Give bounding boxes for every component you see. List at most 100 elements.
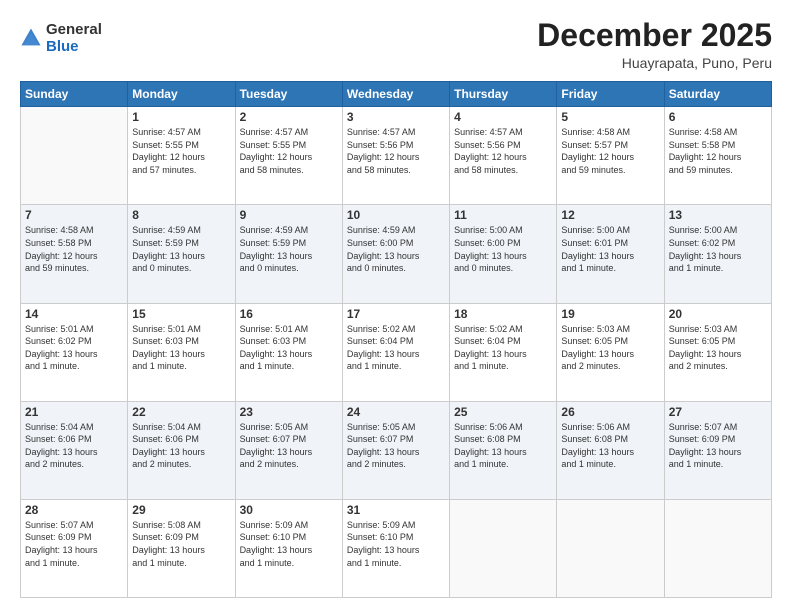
day-cell: 29Sunrise: 5:08 AM Sunset: 6:09 PM Dayli… bbox=[128, 499, 235, 597]
header-row: SundayMondayTuesdayWednesdayThursdayFrid… bbox=[21, 82, 772, 107]
day-info: Sunrise: 5:05 AM Sunset: 6:07 PM Dayligh… bbox=[347, 421, 445, 471]
day-number: 8 bbox=[132, 208, 230, 222]
day-number: 23 bbox=[240, 405, 338, 419]
day-cell: 12 Sunrise: 5:00 AM Sunset: 6:01 PM Dayli… bbox=[557, 205, 664, 303]
title-block: December 2025 Huayrapata, Puno, Peru bbox=[537, 18, 772, 71]
day-number: 29 bbox=[132, 503, 230, 517]
day-info: Sunrise: 5:05 AM Sunset: 6:07 PM Dayligh… bbox=[240, 421, 338, 471]
day-number: 24 bbox=[347, 405, 445, 419]
day-cell: 1 Sunrise: 4:57 AM Sunset: 5:55 PM Daylig… bbox=[128, 107, 235, 205]
day-info: Sunrise: 5:01 AM Sunset: 6:03 PM Dayligh… bbox=[240, 323, 338, 373]
calendar-table: SundayMondayTuesdayWednesdayThursdayFrid… bbox=[20, 81, 772, 598]
day-info: Sunrise: 5:07 AM Sunset: 6:09 PM Dayligh… bbox=[25, 519, 123, 569]
day-cell: 9 Sunrise: 4:59 AM Sunset: 5:59 PM Daylig… bbox=[235, 205, 342, 303]
day-cell: 10 Sunrise: 4:59 AM Sunset: 6:00 PM Dayli… bbox=[342, 205, 449, 303]
day-number: 7 bbox=[25, 208, 123, 222]
day-cell: 2 Sunrise: 4:57 AM Sunset: 5:55 PM Daylig… bbox=[235, 107, 342, 205]
day-cell: 15 Sunrise: 5:01 AM Sunset: 6:03 PM Dayli… bbox=[128, 303, 235, 401]
location: Huayrapata, Puno, Peru bbox=[537, 55, 772, 71]
day-info: Sunrise: 4:58 AM Sunset: 5:58 PM Dayligh… bbox=[669, 126, 767, 176]
day-info: Sunrise: 4:57 AM Sunset: 5:56 PM Dayligh… bbox=[347, 126, 445, 176]
week-row-4: 21Sunrise: 5:04 AM Sunset: 6:06 PM Dayli… bbox=[21, 401, 772, 499]
day-cell: 28Sunrise: 5:07 AM Sunset: 6:09 PM Dayli… bbox=[21, 499, 128, 597]
day-info: Sunrise: 4:59 AM Sunset: 6:00 PM Dayligh… bbox=[347, 224, 445, 274]
col-header-wednesday: Wednesday bbox=[342, 82, 449, 107]
day-info: Sunrise: 5:06 AM Sunset: 6:08 PM Dayligh… bbox=[454, 421, 552, 471]
day-cell: 11Sunrise: 5:00 AM Sunset: 6:00 PM Dayli… bbox=[450, 205, 557, 303]
day-info: Sunrise: 5:00 AM Sunset: 6:02 PM Dayligh… bbox=[669, 224, 767, 274]
day-number: 15 bbox=[132, 307, 230, 321]
day-info: Sunrise: 4:57 AM Sunset: 5:56 PM Dayligh… bbox=[454, 126, 552, 176]
day-cell: 24 Sunrise: 5:05 AM Sunset: 6:07 PM Dayli… bbox=[342, 401, 449, 499]
day-number: 19 bbox=[561, 307, 659, 321]
day-cell: 6 Sunrise: 4:58 AM Sunset: 5:58 PM Daylig… bbox=[664, 107, 771, 205]
day-info: Sunrise: 5:01 AM Sunset: 6:03 PM Dayligh… bbox=[132, 323, 230, 373]
day-number: 14 bbox=[25, 307, 123, 321]
day-info: Sunrise: 5:00 AM Sunset: 6:01 PM Dayligh… bbox=[561, 224, 659, 274]
day-number: 10 bbox=[347, 208, 445, 222]
logo-icon bbox=[20, 27, 42, 49]
day-cell: 25 Sunrise: 5:06 AM Sunset: 6:08 PM Dayli… bbox=[450, 401, 557, 499]
day-number: 12 bbox=[561, 208, 659, 222]
day-info: Sunrise: 4:59 AM Sunset: 5:59 PM Dayligh… bbox=[240, 224, 338, 274]
day-cell bbox=[557, 499, 664, 597]
day-number: 9 bbox=[240, 208, 338, 222]
day-cell: 27Sunrise: 5:07 AM Sunset: 6:09 PM Dayli… bbox=[664, 401, 771, 499]
day-number: 16 bbox=[240, 307, 338, 321]
day-info: Sunrise: 5:00 AM Sunset: 6:00 PM Dayligh… bbox=[454, 224, 552, 274]
day-number: 1 bbox=[132, 110, 230, 124]
logo-text: General Blue bbox=[46, 22, 102, 55]
day-number: 5 bbox=[561, 110, 659, 124]
col-header-tuesday: Tuesday bbox=[235, 82, 342, 107]
day-number: 27 bbox=[669, 405, 767, 419]
day-number: 26 bbox=[561, 405, 659, 419]
day-cell: 31Sunrise: 5:09 AM Sunset: 6:10 PM Dayli… bbox=[342, 499, 449, 597]
day-cell: 20Sunrise: 5:03 AM Sunset: 6:05 PM Dayli… bbox=[664, 303, 771, 401]
day-number: 18 bbox=[454, 307, 552, 321]
day-cell: 22 Sunrise: 5:04 AM Sunset: 6:06 PM Dayli… bbox=[128, 401, 235, 499]
day-cell: 3 Sunrise: 4:57 AM Sunset: 5:56 PM Daylig… bbox=[342, 107, 449, 205]
col-header-friday: Friday bbox=[557, 82, 664, 107]
col-header-monday: Monday bbox=[128, 82, 235, 107]
day-number: 6 bbox=[669, 110, 767, 124]
day-cell bbox=[21, 107, 128, 205]
day-number: 30 bbox=[240, 503, 338, 517]
day-info: Sunrise: 5:04 AM Sunset: 6:06 PM Dayligh… bbox=[132, 421, 230, 471]
day-cell: 23 Sunrise: 5:05 AM Sunset: 6:07 PM Dayli… bbox=[235, 401, 342, 499]
day-info: Sunrise: 4:57 AM Sunset: 5:55 PM Dayligh… bbox=[132, 126, 230, 176]
day-cell: 14 Sunrise: 5:01 AM Sunset: 6:02 PM Dayli… bbox=[21, 303, 128, 401]
day-cell: 26 Sunrise: 5:06 AM Sunset: 6:08 PM Dayli… bbox=[557, 401, 664, 499]
day-info: Sunrise: 5:09 AM Sunset: 6:10 PM Dayligh… bbox=[240, 519, 338, 569]
day-info: Sunrise: 5:02 AM Sunset: 6:04 PM Dayligh… bbox=[454, 323, 552, 373]
logo-general: General bbox=[46, 22, 102, 39]
col-header-saturday: Saturday bbox=[664, 82, 771, 107]
day-number: 17 bbox=[347, 307, 445, 321]
day-info: Sunrise: 5:09 AM Sunset: 6:10 PM Dayligh… bbox=[347, 519, 445, 569]
day-number: 13 bbox=[669, 208, 767, 222]
day-number: 22 bbox=[132, 405, 230, 419]
day-number: 2 bbox=[240, 110, 338, 124]
day-cell: 16 Sunrise: 5:01 AM Sunset: 6:03 PM Dayli… bbox=[235, 303, 342, 401]
week-row-2: 7 Sunrise: 4:58 AM Sunset: 5:58 PM Daylig… bbox=[21, 205, 772, 303]
day-info: Sunrise: 5:03 AM Sunset: 6:05 PM Dayligh… bbox=[561, 323, 659, 373]
day-info: Sunrise: 5:01 AM Sunset: 6:02 PM Dayligh… bbox=[25, 323, 123, 373]
day-info: Sunrise: 4:58 AM Sunset: 5:58 PM Dayligh… bbox=[25, 224, 123, 274]
day-cell: 8Sunrise: 4:59 AM Sunset: 5:59 PM Daylig… bbox=[128, 205, 235, 303]
week-row-1: 1 Sunrise: 4:57 AM Sunset: 5:55 PM Daylig… bbox=[21, 107, 772, 205]
day-number: 25 bbox=[454, 405, 552, 419]
day-cell bbox=[664, 499, 771, 597]
day-info: Sunrise: 4:57 AM Sunset: 5:55 PM Dayligh… bbox=[240, 126, 338, 176]
header: General Blue December 2025 Huayrapata, P… bbox=[20, 18, 772, 71]
day-info: Sunrise: 4:58 AM Sunset: 5:57 PM Dayligh… bbox=[561, 126, 659, 176]
day-number: 3 bbox=[347, 110, 445, 124]
day-info: Sunrise: 5:04 AM Sunset: 6:06 PM Dayligh… bbox=[25, 421, 123, 471]
col-header-sunday: Sunday bbox=[21, 82, 128, 107]
week-row-3: 14 Sunrise: 5:01 AM Sunset: 6:02 PM Dayli… bbox=[21, 303, 772, 401]
logo-blue: Blue bbox=[46, 39, 102, 56]
logo: General Blue bbox=[20, 22, 102, 55]
day-info: Sunrise: 5:06 AM Sunset: 6:08 PM Dayligh… bbox=[561, 421, 659, 471]
col-header-thursday: Thursday bbox=[450, 82, 557, 107]
day-info: Sunrise: 5:03 AM Sunset: 6:05 PM Dayligh… bbox=[669, 323, 767, 373]
day-number: 4 bbox=[454, 110, 552, 124]
day-cell: 18 Sunrise: 5:02 AM Sunset: 6:04 PM Dayli… bbox=[450, 303, 557, 401]
